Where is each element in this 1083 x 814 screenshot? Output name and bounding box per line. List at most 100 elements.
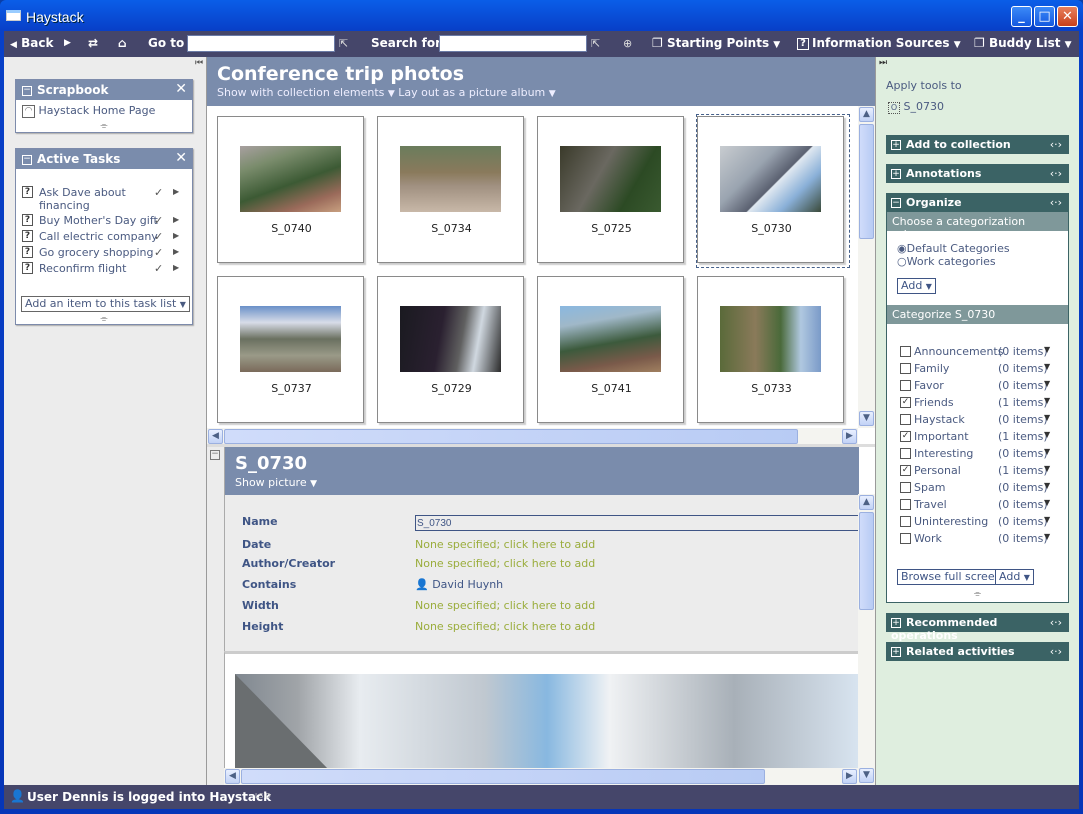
category-menu-icon[interactable]: ▼: [1044, 430, 1050, 439]
play-icon[interactable]: ▶: [173, 263, 179, 272]
check-icon[interactable]: ✓: [154, 186, 163, 199]
category-checkbox[interactable]: [900, 380, 911, 391]
photo-card[interactable]: S_0734: [377, 116, 524, 263]
detail-horizontal-scrollbar[interactable]: ◀ ▶: [224, 768, 858, 785]
category-menu-icon[interactable]: ▼: [1044, 396, 1050, 405]
scroll-thumb[interactable]: [859, 512, 874, 610]
close-panel-icon[interactable]: ✕: [175, 81, 187, 97]
width-value[interactable]: None specified; click here to add: [415, 599, 595, 612]
recommended-operations-section[interactable]: + Recommended operations ‹·›: [886, 613, 1069, 642]
category-checkbox[interactable]: ✓: [900, 465, 911, 476]
check-icon[interactable]: ✓: [154, 246, 163, 259]
detail-vertical-scrollbar[interactable]: ▲ ▼: [858, 494, 875, 785]
photo-card[interactable]: S_0737: [217, 276, 364, 423]
related-activities-section[interactable]: + Related activities ‹·›: [886, 642, 1069, 661]
collapse-left-icon[interactable]: ⏮: [195, 58, 203, 68]
resize-icon[interactable]: ‹·›: [1050, 167, 1062, 180]
photo-card[interactable]: S_0730: [697, 116, 844, 263]
collapse-icon[interactable]: −: [22, 85, 32, 96]
scrapbook-item[interactable]: ◠ Haystack Home Page: [16, 100, 192, 122]
collapse-detail-icon[interactable]: −: [210, 450, 220, 460]
category-checkbox[interactable]: [900, 363, 911, 374]
category-checkbox[interactable]: [900, 482, 911, 493]
collapse-right-icon[interactable]: ⏭: [879, 58, 887, 68]
task-item[interactable]: ? Buy Mother's Day gift ✓ ▶: [16, 214, 192, 230]
check-icon[interactable]: ✓: [154, 214, 163, 227]
category-checkbox[interactable]: [900, 516, 911, 527]
scheme-radio-work[interactable]: ○Work categories: [897, 255, 996, 268]
search-submit-icon[interactable]: ⇱: [591, 37, 600, 50]
category-checkbox[interactable]: [900, 414, 911, 425]
category-menu-icon[interactable]: ▼: [1044, 362, 1050, 371]
show-picture-dropdown[interactable]: Show picture ▼: [235, 476, 317, 489]
contains-value[interactable]: 👤 David Huynh: [415, 578, 503, 591]
album-vertical-scrollbar[interactable]: ▲ ▼: [858, 106, 875, 428]
scroll-down-button[interactable]: ▼: [859, 768, 874, 783]
category-menu-icon[interactable]: ▼: [1044, 345, 1050, 354]
category-checkbox[interactable]: [900, 448, 911, 459]
scroll-down-button[interactable]: ▼: [859, 411, 874, 426]
photo-card[interactable]: S_0733: [697, 276, 844, 423]
play-icon[interactable]: ▶: [173, 187, 179, 196]
resize-grip[interactable]: ⌯: [16, 122, 192, 131]
scroll-left-button[interactable]: ◀: [225, 769, 240, 784]
close-button[interactable]: ✕: [1057, 6, 1078, 27]
starting-points-menu[interactable]: ❐ Starting Points ▼: [652, 36, 780, 50]
category-checkbox[interactable]: [900, 499, 911, 510]
play-icon[interactable]: ▶: [173, 247, 179, 256]
resize-grip[interactable]: ⌯: [16, 315, 192, 324]
check-icon[interactable]: ✓: [154, 262, 163, 275]
forward-button[interactable]: ▶: [64, 38, 71, 48]
add-category-button[interactable]: Add ▼: [995, 569, 1034, 585]
category-menu-icon[interactable]: ▼: [1044, 532, 1050, 541]
back-button[interactable]: ◀ Back: [10, 36, 53, 50]
category-checkbox[interactable]: [900, 346, 911, 357]
scroll-up-button[interactable]: ▲: [859, 107, 874, 122]
photo-card[interactable]: S_0729: [377, 276, 524, 423]
information-sources-menu[interactable]: ? Information Sources ▼: [797, 36, 961, 50]
photo-card[interactable]: S_0741: [537, 276, 684, 423]
annotations-section[interactable]: + Annotations ‹·›: [886, 164, 1069, 183]
view-option-dropdown[interactable]: Show with collection elements ▼: [217, 86, 395, 99]
category-menu-icon[interactable]: ▼: [1044, 447, 1050, 456]
organize-section[interactable]: − Organize ‹·›: [886, 193, 1069, 212]
category-menu-icon[interactable]: ▼: [1044, 498, 1050, 507]
category-checkbox[interactable]: ✓: [900, 397, 911, 408]
scroll-thumb[interactable]: [241, 769, 765, 784]
locate-icon[interactable]: ⊕: [623, 37, 632, 50]
scroll-up-button[interactable]: ▲: [859, 495, 874, 510]
name-input[interactable]: [415, 515, 861, 531]
add-to-collection-section[interactable]: + Add to collection ‹·›: [886, 135, 1069, 154]
scheme-radio-default[interactable]: ◉Default Categories: [897, 242, 1010, 255]
layout-option-dropdown[interactable]: Lay out as a picture album ▼: [398, 86, 555, 99]
date-value[interactable]: None specified; click here to add: [415, 538, 595, 551]
goto-input[interactable]: [187, 35, 335, 52]
maximize-button[interactable]: □: [1034, 6, 1055, 27]
resize-icon[interactable]: ‹·›: [1050, 616, 1062, 629]
check-icon[interactable]: ✓: [154, 230, 163, 243]
resize-icon[interactable]: ‹·›: [1050, 645, 1062, 658]
refresh-icon[interactable]: ⇄: [88, 36, 98, 50]
category-checkbox[interactable]: ✓: [900, 431, 911, 442]
play-icon[interactable]: ▶: [173, 215, 179, 224]
add-scheme-button[interactable]: Add ▼: [897, 278, 936, 294]
scroll-right-button[interactable]: ▶: [842, 769, 857, 784]
play-icon[interactable]: ▶: [173, 231, 179, 240]
category-checkbox[interactable]: [900, 533, 911, 544]
home-icon[interactable]: ⌂: [118, 36, 127, 50]
resize-icon[interactable]: ‹·›: [1050, 196, 1062, 209]
resize-icon[interactable]: ‹·›: [1050, 138, 1062, 151]
category-menu-icon[interactable]: ▼: [1044, 515, 1050, 524]
buddy-list-menu[interactable]: ❐ Buddy List ▼: [974, 36, 1072, 50]
scroll-left-button[interactable]: ◀: [208, 429, 223, 444]
category-menu-icon[interactable]: ▼: [1044, 481, 1050, 490]
collapse-icon[interactable]: −: [22, 154, 32, 165]
category-menu-icon[interactable]: ▼: [1044, 413, 1050, 422]
category-menu-icon[interactable]: ▼: [1044, 464, 1050, 473]
task-item[interactable]: ? Ask Dave about financing ✓ ▶: [16, 186, 192, 214]
scroll-thumb[interactable]: [859, 124, 874, 239]
close-panel-icon[interactable]: ✕: [175, 150, 187, 166]
search-input[interactable]: [439, 35, 587, 52]
minimize-button[interactable]: _: [1011, 6, 1032, 27]
album-horizontal-scrollbar[interactable]: ◀ ▶: [207, 428, 858, 445]
